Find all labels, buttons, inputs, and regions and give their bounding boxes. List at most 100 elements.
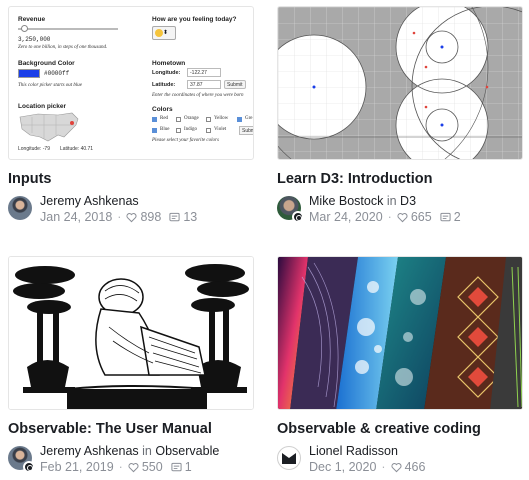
colors-hint: Please select your favorite colors [152, 138, 219, 143]
publish-date: Mar 24, 2020 [309, 210, 383, 224]
in-label: in [386, 194, 397, 208]
publish-date: Feb 21, 2019 [40, 460, 114, 474]
reading-figure-illustration [9, 257, 253, 409]
notebook-card-learn-d3[interactable]: Learn D3: Introduction Mike Bostock in D… [277, 6, 523, 224]
option-orange: Orange [184, 116, 199, 121]
author-name[interactable]: Jeremy Ashkenas [40, 444, 139, 458]
likes-value: 466 [404, 460, 426, 474]
separator-dot: · [118, 460, 123, 474]
comment-icon [440, 212, 451, 222]
option-blue: Blue [160, 127, 170, 132]
author-line: Mike Bostock in D3 [309, 194, 461, 209]
comment-icon [169, 212, 180, 222]
publish-date: Dec 1, 2020 [309, 460, 377, 474]
separator-dot: · [117, 210, 122, 224]
notebook-thumbnail[interactable] [8, 256, 254, 410]
collection-badge-icon [23, 461, 35, 473]
checkbox-violet[interactable] [206, 128, 211, 133]
checkbox-red[interactable] [152, 117, 157, 122]
notebook-card-inputs[interactable]: Revenue 3,250,000 Zero to one billion, i… [8, 6, 254, 224]
author-avatar[interactable] [8, 196, 32, 220]
longitude-readout: Longitude: -79 [18, 146, 50, 152]
color-hint: This color picker starts out blue [18, 83, 83, 88]
heart-icon [128, 463, 139, 473]
colors-label: Colors [152, 106, 173, 113]
notebook-meta: Lionel Radisson Dec 1, 2020 · 466 [277, 444, 523, 474]
checkbox-orange[interactable] [176, 117, 181, 122]
notebook-card-user-manual[interactable]: Observable: The User Manual Jeremy Ashke… [8, 256, 254, 474]
likes-value: 550 [141, 460, 163, 474]
notebook-title[interactable]: Observable & creative coding [277, 420, 523, 438]
checkbox-yellow[interactable] [206, 117, 211, 122]
revenue-slider-handle[interactable] [21, 25, 28, 32]
separator-dot: · [387, 210, 392, 224]
likes-value: 898 [140, 210, 162, 224]
submit-button[interactable]: Submit [224, 80, 246, 89]
checkbox-green[interactable] [237, 117, 242, 122]
us-map-picker[interactable] [18, 111, 80, 144]
notebook-thumbnail[interactable]: Revenue 3,250,000 Zero to one billion, i… [8, 6, 254, 160]
color-swatch[interactable] [18, 69, 40, 78]
generative-art-collage [278, 257, 522, 409]
notebook-meta: Jeremy Ashkenas Jan 24, 2018 · 898 13 [8, 194, 254, 224]
heart-icon [397, 213, 408, 223]
author-name[interactable]: Lionel Radisson [309, 444, 425, 459]
heart-icon [126, 213, 137, 223]
likes-count[interactable]: 466 [391, 460, 426, 475]
hometown-label: Hometown [152, 60, 186, 67]
revenue-value: 3,250,000 [18, 36, 51, 43]
latitude-label: Latitude: [152, 82, 176, 88]
likes-value: 665 [410, 210, 432, 224]
likes-count[interactable]: 550 [128, 460, 163, 475]
submit-colors-button[interactable]: Subm [239, 126, 253, 135]
notebook-thumbnail[interactable] [277, 256, 523, 410]
revenue-slider-track [18, 28, 118, 30]
in-label: in [142, 444, 152, 458]
option-violet: Violet [214, 127, 227, 132]
revenue-hint: Zero to one billion, in steps of one tho… [18, 45, 108, 50]
notebook-card-creative-coding[interactable]: Observable & creative coding Lionel Radi… [277, 256, 523, 474]
likes-count[interactable]: 898 [126, 210, 161, 225]
comments-count[interactable]: 13 [169, 210, 197, 225]
latitude-input[interactable]: 37.87 [187, 80, 221, 89]
color-value: #0000ff [44, 70, 70, 77]
collection-name[interactable]: D3 [400, 194, 416, 208]
comments-value: 2 [453, 210, 461, 224]
lionel-logo-icon [282, 453, 296, 464]
emoji-face-icon [155, 29, 163, 37]
comments-count[interactable]: 2 [440, 210, 461, 225]
comments-count[interactable]: 1 [171, 460, 192, 475]
comments-value: 1 [184, 460, 192, 474]
heart-icon [391, 463, 402, 473]
option-yellow: Yellow [214, 116, 229, 121]
comment-icon [171, 462, 182, 472]
checkbox-indigo[interactable] [176, 128, 181, 133]
d3-circles-illustration [278, 7, 522, 159]
background-color-label: Background Color [18, 60, 75, 67]
collection-badge-icon [292, 211, 304, 223]
author-avatar[interactable] [277, 196, 304, 223]
author-avatar[interactable] [277, 446, 301, 470]
notebook-meta: Mike Bostock in D3 Mar 24, 2020 · 665 2 [277, 194, 523, 224]
author-avatar[interactable] [8, 446, 35, 473]
publish-date: Jan 24, 2018 [40, 210, 113, 224]
latitude-readout: Latitude: 40.71 [60, 146, 94, 152]
emoji-select[interactable]: ⬍ [152, 26, 176, 40]
comments-value: 13 [183, 210, 198, 224]
likes-count[interactable]: 665 [397, 210, 432, 225]
notebook-title[interactable]: Learn D3: Introduction [277, 170, 523, 188]
author-name[interactable]: Jeremy Ashkenas [40, 194, 197, 209]
longitude-label: Longitude: [152, 70, 181, 76]
notebook-title[interactable]: Observable: The User Manual [8, 420, 254, 438]
longitude-input[interactable]: -122.27 [187, 68, 221, 77]
notebook-thumbnail[interactable] [277, 6, 523, 160]
checkbox-blue[interactable] [152, 128, 157, 133]
option-indigo: Indigo [184, 127, 198, 132]
feeling-label: How are you feeling today? [152, 16, 237, 23]
author-line: Jeremy Ashkenas in Observable [40, 444, 219, 459]
notebook-meta: Jeremy Ashkenas in Observable Feb 21, 20… [8, 444, 254, 474]
author-name[interactable]: Mike Bostock [309, 194, 383, 208]
notebook-title[interactable]: Inputs [8, 170, 254, 188]
collection-name[interactable]: Observable [155, 444, 219, 458]
option-green: Gre [245, 116, 253, 121]
